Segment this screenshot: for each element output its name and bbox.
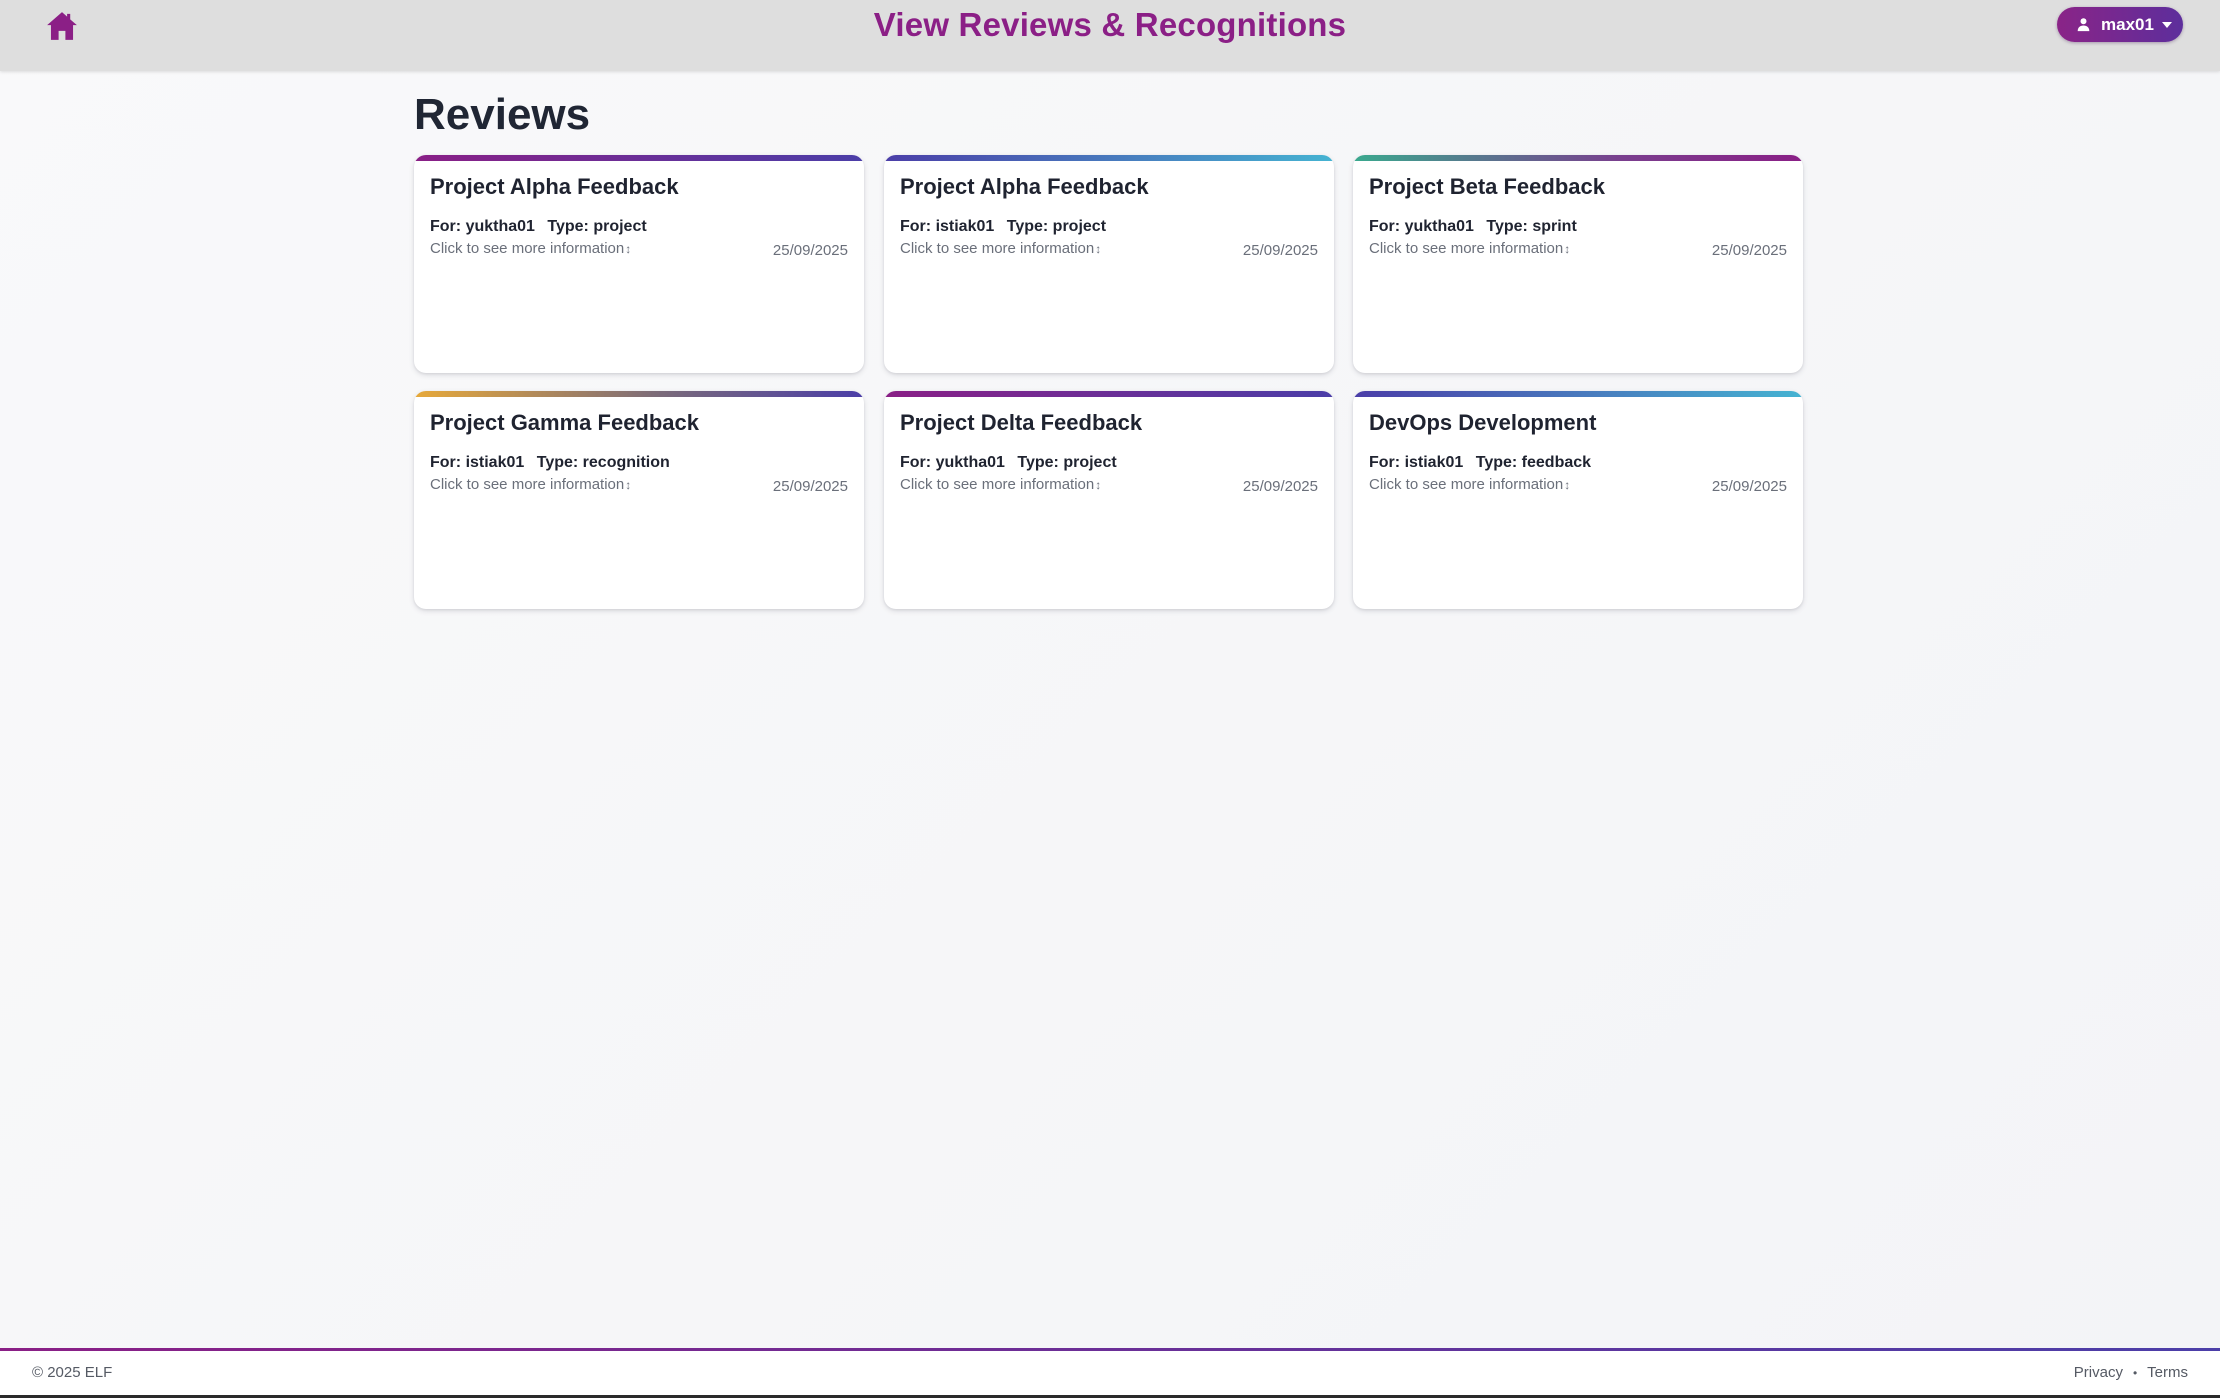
- card-title: Project Alpha Feedback: [430, 174, 679, 199]
- card-hint-text: Click to see more information: [900, 240, 1095, 257]
- review-card[interactable]: Project Alpha Feedback For: istiak01 Typ…: [884, 155, 1334, 373]
- expand-icon: ↕: [1564, 478, 1571, 492]
- card-accent-bar: [884, 391, 1334, 397]
- card-meta: For: istiak01 Type: project: [900, 218, 1106, 236]
- card-meta: For: istiak01 Type: feedback: [1369, 454, 1591, 472]
- type-label: Type:: [1017, 454, 1059, 471]
- card-hint-text: Click to see more information: [1369, 476, 1564, 493]
- footer: © 2025 ELF Privacy • Terms: [0, 1348, 2220, 1398]
- card-date: 25/09/2025: [1242, 242, 1318, 259]
- top-navbar: View Reviews & Recognitions max01: [0, 0, 2220, 71]
- card-meta: For: yuktha01 Type: sprint: [1369, 218, 1577, 236]
- footer-separator: •: [2132, 1365, 2138, 1380]
- for-value: istiak01: [1404, 454, 1464, 471]
- card-date: 25/09/2025: [1711, 478, 1787, 495]
- card-hint: Click to see more information↕: [1369, 240, 1570, 257]
- for-value: yuktha01: [1404, 218, 1474, 235]
- card-hint-text: Click to see more information: [900, 476, 1095, 493]
- user-name: max01: [2101, 15, 2154, 34]
- page-title: View Reviews & Recognitions: [873, 6, 1347, 43]
- card-date: 25/09/2025: [1711, 242, 1787, 259]
- card-date: 25/09/2025: [1242, 478, 1318, 495]
- card-hint: Click to see more information↕: [900, 476, 1101, 493]
- card-date: 25/09/2025: [772, 478, 848, 495]
- for-value: istiak01: [465, 454, 525, 471]
- review-card[interactable]: Project Beta Feedback For: yuktha01 Type…: [1353, 155, 1803, 373]
- for-label: For:: [1369, 454, 1401, 471]
- card-accent-bar: [1353, 155, 1803, 161]
- review-card[interactable]: Project Gamma Feedback For: istiak01 Typ…: [414, 391, 864, 609]
- card-title: Project Delta Feedback: [900, 410, 1143, 435]
- for-label: For:: [900, 454, 932, 471]
- card-meta: For: yuktha01 Type: project: [900, 454, 1117, 472]
- expand-icon: ↕: [1095, 242, 1102, 256]
- card-accent-bar: [414, 391, 864, 397]
- review-card[interactable]: Project Delta Feedback For: yuktha01 Typ…: [884, 391, 1334, 609]
- type-label: Type:: [1486, 218, 1528, 235]
- terms-link[interactable]: Terms: [2147, 1364, 2188, 1381]
- card-accent-bar: [884, 155, 1334, 161]
- expand-icon: ↕: [1095, 478, 1102, 492]
- type-value: project: [1063, 454, 1117, 471]
- card-hint-text: Click to see more information: [430, 476, 625, 493]
- card-title: Project Alpha Feedback: [900, 174, 1149, 199]
- type-value: recognition: [582, 454, 670, 471]
- for-value: yuktha01: [935, 454, 1005, 471]
- for-label: For:: [430, 454, 462, 471]
- for-label: For:: [900, 218, 932, 235]
- type-value: project: [1052, 218, 1107, 235]
- footer-divider: [0, 1348, 2220, 1351]
- type-value: project: [593, 218, 647, 235]
- type-label: Type:: [1475, 454, 1518, 471]
- user-icon: [2076, 17, 2091, 32]
- type-value: sprint: [1532, 218, 1577, 235]
- review-card[interactable]: DevOps Development For: istiak01 Type: f…: [1353, 391, 1803, 609]
- type-label: Type:: [536, 454, 579, 471]
- card-title: Project Beta Feedback: [1369, 174, 1605, 199]
- for-value: yuktha01: [465, 218, 535, 235]
- card-hint-text: Click to see more information: [430, 240, 625, 257]
- card-title: DevOps Development: [1369, 410, 1597, 435]
- expand-icon: ↕: [625, 242, 632, 256]
- for-value: istiak01: [935, 218, 995, 235]
- expand-icon: ↕: [1564, 242, 1571, 256]
- card-hint: Click to see more information↕: [1369, 476, 1570, 493]
- card-title: Project Gamma Feedback: [430, 410, 700, 435]
- footer-links: Privacy • Terms: [2074, 1364, 2188, 1381]
- card-accent-bar: [1353, 391, 1803, 397]
- copyright: © 2025 ELF: [32, 1364, 113, 1381]
- expand-icon: ↕: [625, 478, 632, 492]
- for-label: For:: [430, 218, 462, 235]
- section-title-reviews: Reviews: [414, 90, 591, 139]
- card-date: 25/09/2025: [772, 242, 848, 259]
- privacy-link[interactable]: Privacy: [2074, 1364, 2123, 1381]
- card-hint-text: Click to see more information: [1369, 240, 1564, 257]
- card-meta: For: yuktha01 Type: project: [430, 218, 647, 236]
- caret-down-icon: [2162, 22, 2172, 28]
- for-label: For:: [1369, 218, 1401, 235]
- review-card[interactable]: Project Alpha Feedback For: yuktha01 Typ…: [414, 155, 864, 373]
- user-menu-button[interactable]: max01: [2057, 7, 2183, 42]
- type-label: Type:: [547, 218, 589, 235]
- card-accent-bar: [414, 155, 864, 161]
- card-meta: For: istiak01 Type: recognition: [430, 454, 670, 472]
- card-hint: Click to see more information↕: [900, 240, 1101, 257]
- type-value: feedback: [1521, 454, 1592, 471]
- card-hint: Click to see more information↕: [430, 240, 631, 257]
- card-hint: Click to see more information↕: [430, 476, 631, 493]
- type-label: Type:: [1006, 218, 1049, 235]
